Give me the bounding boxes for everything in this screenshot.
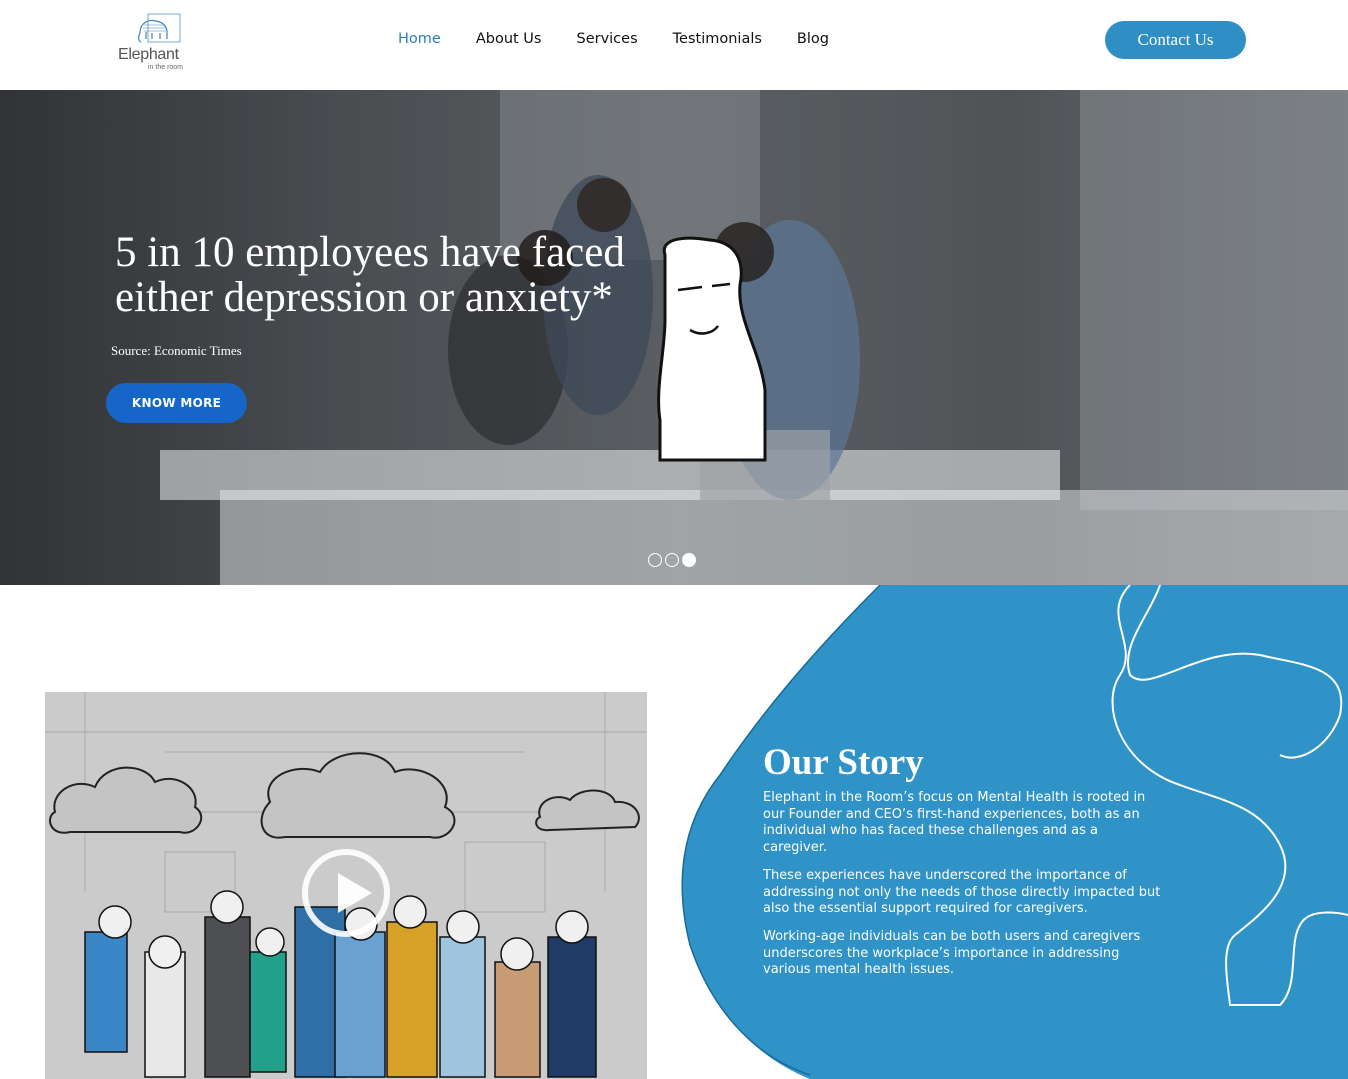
logo[interactable]: Elephant in the room: [118, 13, 198, 73]
slider-dot-1[interactable]: [648, 553, 662, 567]
story-paragraph-3: Working-age individuals can be both user…: [763, 929, 1141, 977]
hero-title: 5 in 10 employees have faced either depr…: [115, 229, 625, 321]
logo-brand: Elephant: [118, 46, 179, 63]
hero-background-image: [0, 90, 1348, 585]
main-nav: Home About Us Services Testimonials Blog: [398, 31, 864, 51]
nav-services[interactable]: Services: [576, 31, 637, 51]
contact-us-button[interactable]: Contact Us: [1105, 21, 1246, 59]
story-paragraph-2: These experiences have underscored the i…: [763, 868, 1161, 916]
know-more-button[interactable]: KNOW MORE: [106, 383, 247, 423]
play-icon[interactable]: [302, 849, 390, 937]
hero-source: Source: Economic Times: [111, 343, 242, 358]
slider-dots: [648, 553, 699, 567]
logo-tagline: in the room: [148, 64, 184, 71]
slider-dot-2[interactable]: [665, 553, 679, 567]
nav-blog[interactable]: Blog: [797, 31, 829, 51]
site-header: Elephant in the room Home About Us Servi…: [0, 0, 1348, 90]
elephant-logo-icon: [138, 13, 181, 43]
story-video[interactable]: [45, 692, 647, 1079]
story-title: Our Story: [763, 742, 924, 783]
nav-home[interactable]: Home: [398, 31, 441, 51]
slider-dot-3[interactable]: [682, 553, 696, 567]
hero-slider: 5 in 10 employees have faced either depr…: [0, 90, 1348, 585]
nav-about-us[interactable]: About Us: [476, 31, 542, 51]
story-paragraph-1: Elephant in the Room’s focus on Mental H…: [763, 790, 1146, 855]
nav-testimonials[interactable]: Testimonials: [673, 31, 762, 51]
